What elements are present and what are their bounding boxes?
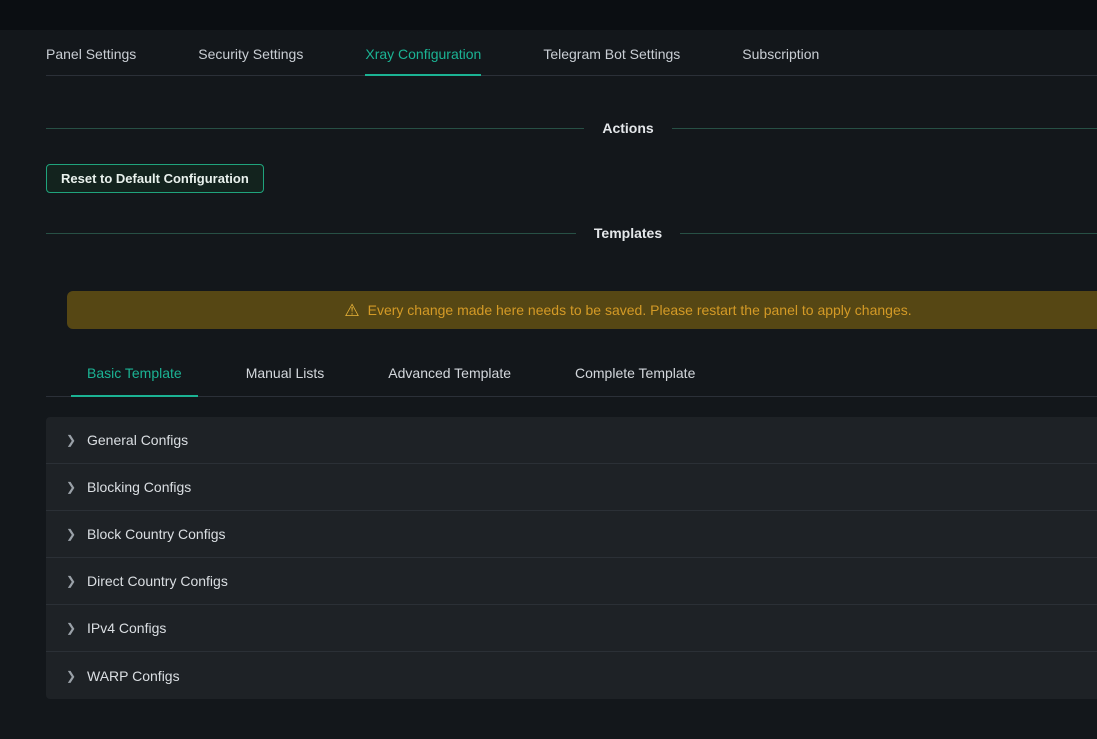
accordion-item-direct-country-configs[interactable]: ❯ Direct Country Configs (46, 558, 1097, 605)
templates-section-title: Templates (576, 225, 680, 241)
accordion-item-label: Blocking Configs (87, 479, 191, 495)
top-bar (0, 0, 1097, 30)
actions-divider: Actions (46, 118, 1097, 138)
divider-line (672, 128, 1097, 129)
accordion-item-label: WARP Configs (87, 668, 180, 684)
accordion-item-label: Direct Country Configs (87, 573, 228, 589)
accordion-item-label: IPv4 Configs (87, 620, 166, 636)
chevron-right-icon: ❯ (66, 622, 76, 634)
accordion-item-ipv4-configs[interactable]: ❯ IPv4 Configs (46, 605, 1097, 652)
tab-manual-lists[interactable]: Manual Lists (230, 351, 341, 396)
chevron-right-icon: ❯ (66, 670, 76, 682)
accordion-item-blocking-configs[interactable]: ❯ Blocking Configs (46, 464, 1097, 511)
restart-warning-banner: ⚠ Every change made here needs to be sav… (67, 291, 1097, 329)
warning-text: Every change made here needs to be saved… (368, 302, 912, 318)
accordion-item-general-configs[interactable]: ❯ General Configs (46, 417, 1097, 464)
tab-panel-settings[interactable]: Panel Settings (46, 46, 136, 62)
accordion-item-label: Block Country Configs (87, 526, 226, 542)
actions-section-title: Actions (584, 120, 671, 136)
templates-divider: Templates (46, 223, 1097, 243)
accordion-item-block-country-configs[interactable]: ❯ Block Country Configs (46, 511, 1097, 558)
accordion-item-label: General Configs (87, 432, 188, 448)
reset-default-configuration-button[interactable]: Reset to Default Configuration (46, 164, 264, 193)
tab-complete-template[interactable]: Complete Template (559, 351, 711, 396)
accordion-item-warp-configs[interactable]: ❯ WARP Configs (46, 652, 1097, 699)
tab-basic-template[interactable]: Basic Template (71, 351, 198, 396)
warning-triangle-icon: ⚠ (344, 302, 359, 319)
tab-security-settings[interactable]: Security Settings (198, 46, 303, 62)
tab-xray-configuration[interactable]: Xray Configuration (365, 46, 481, 62)
divider-line (46, 233, 576, 234)
template-tabs: Basic Template Manual Lists Advanced Tem… (46, 351, 1097, 397)
settings-page: Panel Settings Security Settings Xray Co… (46, 30, 1097, 699)
chevron-right-icon: ❯ (66, 575, 76, 587)
tab-telegram-bot-settings[interactable]: Telegram Bot Settings (543, 46, 680, 62)
main-tabs: Panel Settings Security Settings Xray Co… (46, 30, 1097, 76)
chevron-right-icon: ❯ (66, 528, 76, 540)
configs-accordion: ❯ General Configs ❯ Blocking Configs ❯ B… (46, 417, 1097, 699)
tab-advanced-template[interactable]: Advanced Template (372, 351, 527, 396)
tab-subscription[interactable]: Subscription (742, 46, 819, 62)
divider-line (680, 233, 1097, 234)
chevron-right-icon: ❯ (66, 434, 76, 446)
chevron-right-icon: ❯ (66, 481, 76, 493)
divider-line (46, 128, 584, 129)
